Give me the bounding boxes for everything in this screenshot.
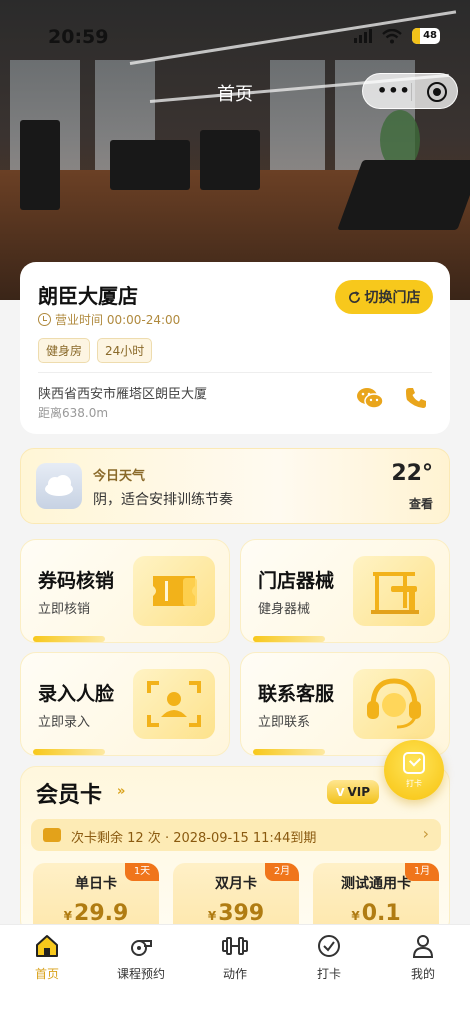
check-circle-icon — [318, 935, 340, 957]
ticket-small-icon — [43, 828, 61, 842]
divider — [38, 372, 432, 373]
weather-card[interactable]: 今日天气 阴，适合安排训练节奏 22° 查看 — [20, 448, 450, 524]
switch-store-label: 切换门店 — [364, 290, 421, 306]
tab-home[interactable]: 首页 — [0, 933, 94, 993]
tab-label: 打卡 — [316, 967, 341, 981]
store-card: 朗臣大厦店 营业时间 00:00-24:00 切换门店 健身房 24小时 陕西省… — [20, 262, 450, 434]
wifi-icon — [382, 28, 402, 43]
chevron-right-icon: › — [422, 824, 429, 843]
status-time: 20:59 — [48, 26, 109, 48]
floating-checkin-label: 打卡 — [406, 779, 422, 788]
weather-view-link[interactable]: 查看 — [409, 495, 433, 512]
tab-checkin[interactable]: 打卡 — [282, 933, 376, 993]
card-price: ¥399 — [207, 901, 265, 926]
card-accent-bar — [253, 749, 325, 755]
card-accent-bar — [33, 636, 105, 642]
tab-label: 首页 — [34, 967, 59, 981]
ticket-icon — [133, 556, 215, 626]
vip-badge[interactable]: V VIP — [327, 780, 379, 804]
signal-icon — [354, 29, 372, 43]
weather-title: 今日天气 — [93, 469, 146, 484]
tab-profile[interactable]: 我的 — [376, 933, 470, 993]
bottom-tab-bar: 首页 课程预约 动作 打卡 我的 — [0, 924, 470, 1024]
card-accent-bar — [253, 636, 325, 642]
calendar-check-icon — [403, 752, 425, 774]
card-accent-bar — [33, 749, 105, 755]
face-scan-icon — [133, 669, 215, 739]
store-hours: 营业时间 00:00-24:00 — [38, 311, 180, 328]
store-tag: 健身房 — [38, 338, 91, 363]
whistle-icon — [131, 940, 152, 956]
card-price: ¥0.1 — [351, 901, 401, 926]
headset-icon — [353, 669, 435, 739]
feature-face-register[interactable]: 录入人脸 立即录入 — [20, 652, 230, 756]
floating-checkin-button[interactable]: 打卡 — [384, 740, 444, 800]
tab-label: 我的 — [410, 967, 435, 981]
miniprogram-capsule: ••• — [362, 73, 458, 109]
member-card-section: 会员卡 » V VIP 次卡剩余 12 次 · 2028-09-15 11:44… — [20, 766, 450, 936]
refresh-icon — [348, 290, 360, 303]
feature-sub: 健身器械 — [258, 602, 311, 617]
store-distance: 距离638.0m — [38, 406, 109, 420]
more-icon[interactable]: ••• — [377, 83, 411, 99]
feature-title: 券码核销 — [38, 570, 115, 592]
store-tags: 健身房 24小时 — [38, 338, 153, 363]
dumbbell-icon — [222, 937, 248, 955]
home-icon — [36, 935, 58, 957]
store-hours-text: 营业时间 00:00-24:00 — [55, 313, 181, 327]
vip-mark: V — [335, 785, 345, 799]
card-duration-badge: 1月 — [405, 863, 439, 881]
store-address: 陕西省西安市雁塔区朗臣大厦 — [38, 387, 208, 402]
battery-indicator: 48 — [412, 28, 440, 44]
feature-title: 门店器械 — [258, 570, 335, 592]
member-title: 会员卡 — [36, 783, 103, 808]
card-duration-badge: 1天 — [125, 863, 159, 881]
store-tag: 24小时 — [97, 338, 153, 363]
card-price: ¥29.9 — [63, 901, 129, 926]
user-icon — [412, 935, 434, 958]
switch-store-button[interactable]: 切换门店 — [335, 280, 433, 314]
close-miniprogram-icon[interactable] — [427, 82, 447, 102]
feature-title: 联系客服 — [258, 683, 335, 705]
remaining-uses-bar[interactable]: 次卡剩余 12 次 · 2028-09-15 11:44到期 › — [31, 819, 441, 851]
feature-coupon-verify[interactable]: 券码核销 立即核销 — [20, 539, 230, 643]
store-name: 朗臣大厦店 — [38, 284, 138, 308]
phone-icon[interactable] — [404, 386, 428, 410]
cloud-icon — [36, 463, 82, 509]
clock-icon — [38, 313, 51, 326]
tab-label: 课程预约 — [116, 967, 165, 981]
vip-label: VIP — [347, 785, 371, 799]
feature-sub: 立即联系 — [258, 715, 311, 730]
equipment-icon — [353, 556, 435, 626]
feature-title: 录入人脸 — [38, 683, 115, 705]
status-bar: 20:59 48 — [0, 0, 470, 74]
double-chevron-icon: » — [117, 784, 126, 799]
remaining-uses-text: 次卡剩余 12 次 · 2028-09-15 11:44到期 — [71, 831, 317, 846]
feature-equipment[interactable]: 门店器械 健身器械 — [240, 539, 450, 643]
tab-label: 动作 — [222, 967, 247, 981]
wechat-icon[interactable] — [356, 386, 384, 410]
feature-sub: 立即录入 — [38, 715, 91, 730]
tab-course-booking[interactable]: 课程预约 — [94, 933, 188, 993]
weather-desc: 阴，适合安排训练节奏 — [93, 492, 233, 508]
tab-exercises[interactable]: 动作 — [188, 933, 282, 993]
card-duration-badge: 2月 — [265, 863, 299, 881]
feature-sub: 立即核销 — [38, 602, 91, 617]
weather-temp: 22° — [391, 461, 433, 486]
